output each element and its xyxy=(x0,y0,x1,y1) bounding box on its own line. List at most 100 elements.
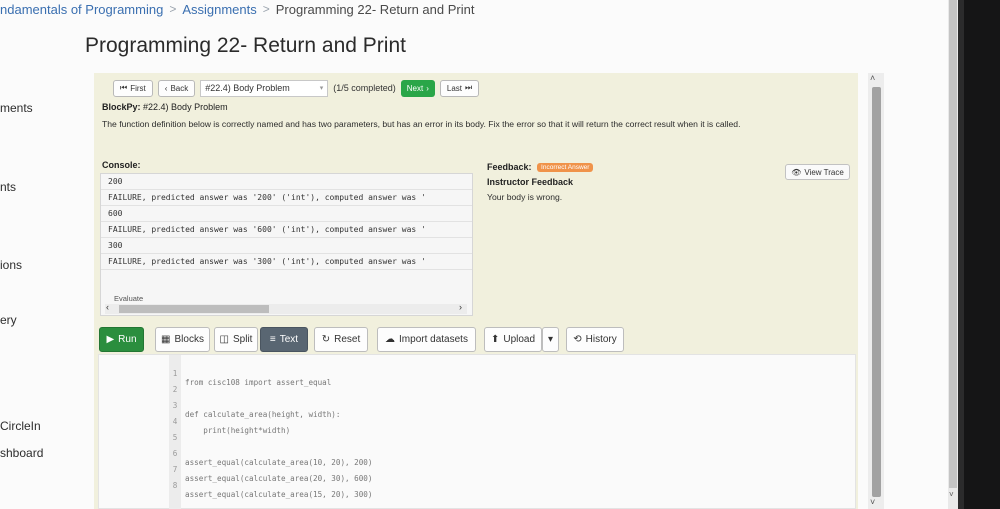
course-sidebar: ments nts ions ery CircleIn shboard xyxy=(0,0,80,509)
evaluate-input[interactable]: Evaluate xyxy=(114,294,143,303)
problem-description: The function definition below is correct… xyxy=(102,119,741,129)
reset-button[interactable]: ↻ Reset xyxy=(314,327,368,352)
problem-select[interactable]: #22.4) Body Problem ▾ xyxy=(200,79,329,97)
scroll-up-icon[interactable]: ˄ xyxy=(870,73,875,83)
text-label: Text xyxy=(279,334,299,345)
last-icon: ⏭ xyxy=(465,83,473,92)
code-line[interactable]: 8 assert_equal(calculate_area(15, 20), 3… xyxy=(99,472,855,499)
console-line: FAILURE, predicted answer was '300' ('in… xyxy=(101,254,472,270)
chevron-down-icon: ▾ xyxy=(547,334,554,345)
console-line: FAILURE, predicted answer was '200' ('in… xyxy=(101,190,472,206)
columns-icon: ◫ xyxy=(219,334,229,345)
code-text: assert_equal(calculate_area(15, 20), 300… xyxy=(185,490,373,499)
breadcrumb-assignments[interactable]: Assignments xyxy=(182,2,256,17)
status-badge: Incorrect Answer xyxy=(537,163,594,173)
scroll-left-icon[interactable]: ‹ xyxy=(106,302,109,312)
code-line[interactable]: 3 def calculate_area(height, width): xyxy=(99,392,855,419)
blocks-button[interactable]: ▦ Blocks xyxy=(155,327,210,352)
page-title: Programming 22- Return and Print xyxy=(85,34,406,57)
breadcrumb-current: Programming 22- Return and Print xyxy=(275,1,475,17)
chevron-right-icon: › xyxy=(426,83,429,93)
console-line: 200 xyxy=(101,174,472,190)
browser-screen: ndamentals of Programming > Assignments … xyxy=(0,0,958,509)
run-button[interactable]: ▶ Run xyxy=(99,327,144,352)
upload-button[interactable]: ⬆ Upload xyxy=(484,327,542,352)
history-button[interactable]: ⟲ History xyxy=(566,327,624,352)
last-label: Last xyxy=(446,83,463,93)
feedback-header: Feedback: Incorrect Answer xyxy=(487,162,594,173)
scroll-right-icon[interactable]: › xyxy=(459,302,462,312)
sidebar-item-dashboard[interactable]: shboard xyxy=(0,446,43,460)
code-line[interactable]: 5 xyxy=(99,424,855,442)
blocks-label: Blocks xyxy=(174,334,204,345)
code-line[interactable]: 6 assert_equal(calculate_area(10, 20), 2… xyxy=(99,440,855,467)
breadcrumb-separator: > xyxy=(169,2,177,16)
refresh-icon: ↻ xyxy=(321,334,331,345)
console-line: FAILURE, predicted answer was '600' ('in… xyxy=(101,222,472,238)
instructor-feedback-label: Instructor Feedback xyxy=(487,177,574,187)
first-icon: ⏮ xyxy=(120,83,128,92)
console-horizontal-scrollbar[interactable]: ‹ › xyxy=(105,302,467,314)
back-button[interactable]: ‹ Back xyxy=(157,79,196,97)
panel-scrollbar[interactable]: ˄ ˅ xyxy=(868,73,884,509)
console-label: Console: xyxy=(102,160,141,170)
breadcrumb-separator: > xyxy=(262,2,270,16)
code-line[interactable]: 7 assert_equal(calculate_area(20, 30), 6… xyxy=(99,456,855,483)
view-trace-button[interactable]: 👁 View Trace xyxy=(785,164,850,180)
problem-title: #22.4) Body Problem xyxy=(143,102,228,112)
chevron-down-icon: ▾ xyxy=(319,85,324,92)
line-number: 8 xyxy=(172,481,178,490)
next-button[interactable]: Next › xyxy=(400,79,435,97)
code-line[interactable]: 4 print(height*width) xyxy=(99,408,855,435)
console-line: 600 xyxy=(101,206,472,222)
sidebar-item-circlein[interactable]: CircleIn xyxy=(0,419,41,433)
progress-text: (1/5 completed) xyxy=(333,83,396,93)
align-left-icon: ≡ xyxy=(269,334,276,345)
history-icon: ⟲ xyxy=(573,334,582,345)
sidebar-item-gallery[interactable]: ery xyxy=(0,313,17,327)
scroll-down-icon[interactable]: ˅ xyxy=(949,490,954,499)
first-button[interactable]: ⏮ First xyxy=(113,79,153,97)
problem-select-value: #22.4) Body Problem xyxy=(205,83,290,93)
page-scroll-thumb[interactable] xyxy=(949,0,957,488)
last-button[interactable]: Last ⏭ xyxy=(439,79,480,97)
bezel-edge xyxy=(958,0,964,509)
code-editor[interactable]: 1 from cisc108 import assert_equal 2 3 d… xyxy=(98,354,856,509)
feedback-label: Feedback: xyxy=(487,162,532,172)
view-trace-label: View Trace xyxy=(804,167,844,177)
chevron-left-icon: ‹ xyxy=(164,83,168,93)
history-label: History xyxy=(585,334,617,345)
split-button[interactable]: ◫ Split xyxy=(214,327,258,352)
eye-icon: 👁 xyxy=(791,167,802,177)
code-line[interactable]: 1 from cisc108 import assert_equal xyxy=(99,360,855,387)
split-label: Split xyxy=(233,334,253,345)
text-button[interactable]: ≡ Text xyxy=(260,327,308,352)
upload-dropdown-button[interactable]: ▾ xyxy=(542,327,559,352)
run-label: Run xyxy=(118,334,137,345)
sidebar-item-discussions[interactable]: ions xyxy=(0,258,22,272)
problem-heading: BlockPy: #22.4) Body Problem xyxy=(102,102,228,112)
problem-navigation: ⏮ First ‹ Back #22.4) Body Problem ▾ (1/… xyxy=(113,79,480,97)
sidebar-item-students[interactable]: nts xyxy=(0,180,16,194)
page-scrollbar[interactable]: ˅ xyxy=(948,0,958,509)
monitor-bezel xyxy=(958,0,1000,509)
back-label: Back xyxy=(170,83,189,93)
feedback-message: Your body is wrong. xyxy=(487,192,563,202)
panel-scroll-thumb[interactable] xyxy=(872,87,881,497)
console-output[interactable]: 200 FAILURE, predicted answer was '200' … xyxy=(100,173,473,316)
first-label: First xyxy=(130,83,146,93)
console-line: 300 xyxy=(101,238,472,254)
reset-label: Reset xyxy=(334,334,361,345)
problem-prefix: BlockPy: xyxy=(102,102,141,112)
scroll-down-icon[interactable]: ˅ xyxy=(870,497,875,507)
upload-icon: ⬆ xyxy=(490,334,500,345)
code-line[interactable]: 2 xyxy=(99,376,855,394)
import-datasets-button[interactable]: ☁ Import datasets xyxy=(377,327,476,352)
grid-icon: ▦ xyxy=(161,334,171,345)
sidebar-item-assignments[interactable]: ments xyxy=(0,101,33,115)
console-scroll-thumb[interactable] xyxy=(119,305,269,313)
cloud-icon: ☁ xyxy=(385,334,396,345)
upload-label: Upload xyxy=(503,334,536,345)
play-icon: ▶ xyxy=(106,334,115,345)
next-label: Next xyxy=(406,83,424,93)
